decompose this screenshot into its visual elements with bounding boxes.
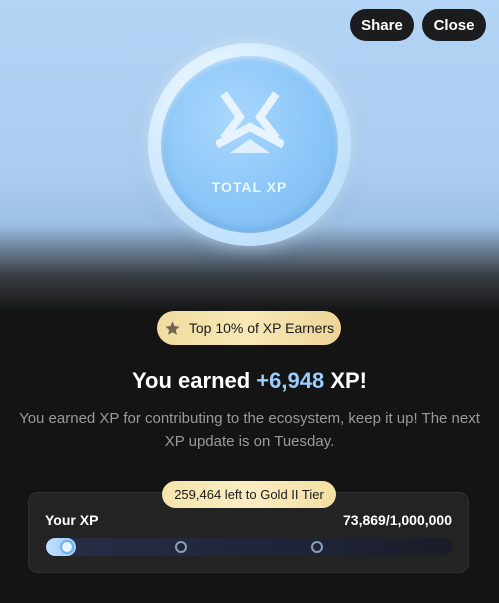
xp-progress-value: 73,869/1,000,000 — [343, 512, 452, 528]
headline-prefix: You earned — [132, 368, 257, 393]
badge-label: Top 10% of XP Earners — [188, 320, 335, 336]
earned-headline: You earned +6,948 XP! — [0, 368, 499, 394]
share-button[interactable]: Share — [350, 9, 414, 41]
your-xp-label: Your XP — [45, 512, 99, 528]
earned-xp-amount: +6,948 — [256, 368, 325, 393]
coin-face: TOTAL XP — [161, 56, 338, 233]
hero-banner: Share Close TOTAL XP — [0, 0, 499, 312]
xp-progress-track — [46, 538, 452, 556]
coin-label: TOTAL XP — [211, 179, 288, 195]
close-button[interactable]: Close — [422, 9, 486, 41]
tier-milestone-1 — [175, 541, 187, 553]
star-icon — [165, 320, 180, 335]
xp-logo-icon — [216, 91, 284, 153]
top-earners-badge: Top 10% of XP Earners — [157, 311, 341, 345]
total-xp-coin: TOTAL XP — [148, 43, 351, 246]
xp-progress-marker — [62, 542, 72, 552]
next-tier-tooltip: 259,464 left to Gold II Tier — [162, 481, 336, 508]
headline-suffix: XP! — [324, 368, 367, 393]
tier-milestone-2 — [311, 541, 323, 553]
xp-description: You earned XP for contributing to the ec… — [19, 410, 480, 450]
